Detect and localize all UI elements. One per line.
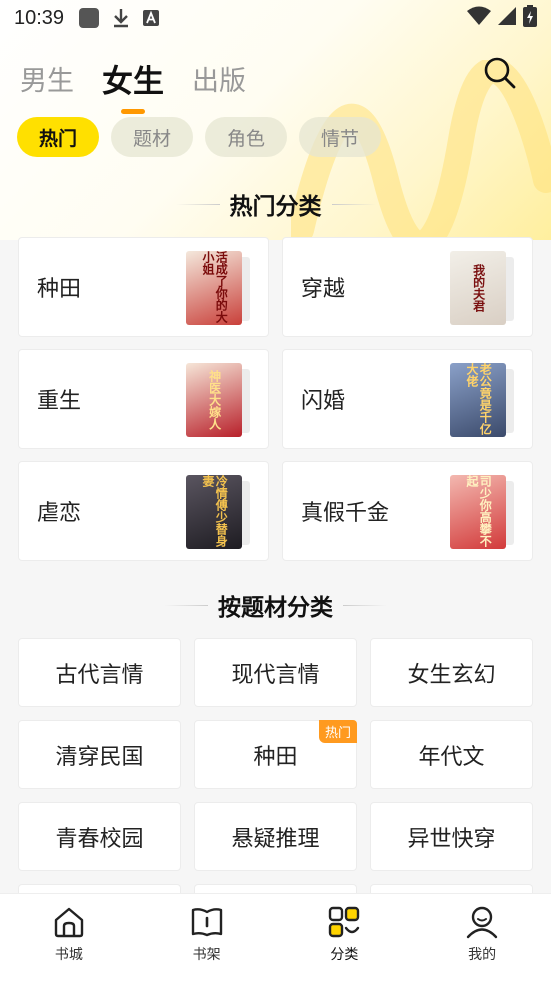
genre-grid: 古代言情 现代言情 女生玄幻 清穿民国 种田 热门 年代文 青春校园 悬疑推理 … <box>18 638 533 898</box>
genre-item[interactable]: 女生玄幻 <box>370 638 533 707</box>
hot-card-label: 虐恋 <box>37 501 82 526</box>
hot-card[interactable]: 穿越 我的夫君 <box>282 237 533 337</box>
genre-item[interactable]: 古代言情 <box>18 638 181 707</box>
chip-hot[interactable]: 热门 <box>17 117 100 157</box>
home-icon <box>54 907 84 938</box>
download-icon <box>112 8 130 28</box>
signal-icon <box>497 6 517 31</box>
book-cover: 神医大嫁人 <box>186 363 250 437</box>
book-cover: 司少你高攀不起 <box>450 475 514 549</box>
nav-label: 书架 <box>192 947 221 963</box>
filter-chips: 热门 题材 角色 情节 <box>17 117 382 157</box>
nav-profile[interactable]: 我的 <box>413 894 551 981</box>
hot-card-label: 闪婚 <box>301 389 346 414</box>
cover-title: 老公竟是千亿大佬 <box>465 363 493 435</box>
hot-card-label: 真假千金 <box>301 501 390 526</box>
nav-bookshelf[interactable]: 书架 <box>138 894 276 981</box>
hot-card[interactable]: 真假千金 司少你高攀不起 <box>282 461 533 561</box>
cover-title: 冷情傅少替身妻 <box>201 475 229 547</box>
cover-title: 神医大嫁人 <box>207 370 222 430</box>
profile-icon <box>466 906 498 939</box>
translate-icon <box>142 9 160 27</box>
nav-bookstore[interactable]: 书城 <box>0 894 138 981</box>
title-divider-right <box>343 604 387 606</box>
hot-card[interactable]: 虐恋 冷情傅少替身妻 <box>18 461 269 561</box>
tab-publish[interactable]: 出版 <box>192 62 246 102</box>
status-time: 10:39 <box>14 6 65 29</box>
top-tabs: 男生 女生 出版 <box>20 52 246 102</box>
cover-title: 司少你高攀不起 <box>465 475 493 547</box>
hot-card-label: 重生 <box>37 389 82 414</box>
chip-theme[interactable]: 题材 <box>111 117 194 157</box>
genre-item[interactable]: 清穿民国 <box>18 720 181 789</box>
cover-title: 活成了你的大小姐 <box>201 251 229 323</box>
hot-card[interactable]: 种田 活成了你的大小姐 <box>18 237 269 337</box>
nav-label: 书城 <box>54 947 83 963</box>
hot-section-title: 热门分类 <box>0 186 551 222</box>
hot-category-grid: 种田 活成了你的大小姐 穿越 我的夫君 重生 神医大嫁人 闪婚 老公竟是千亿大佬… <box>18 237 533 561</box>
genre-item[interactable]: 悬疑推理 <box>194 802 357 871</box>
book-cover: 活成了你的大小姐 <box>186 251 250 325</box>
hot-card-label: 穿越 <box>301 277 346 302</box>
hot-section-heading: 热门分类 <box>229 194 322 220</box>
genre-section-heading: 按题材分类 <box>218 595 333 621</box>
genre-item-label: 种田 <box>253 744 298 770</box>
title-divider-left <box>164 604 208 606</box>
nav-label: 分类 <box>330 947 359 963</box>
hot-card-label: 种田 <box>37 277 82 302</box>
book-cover: 老公竟是千亿大佬 <box>450 363 514 437</box>
hot-card[interactable]: 闪婚 老公竟是千亿大佬 <box>282 349 533 449</box>
app-notification-icon <box>78 7 100 29</box>
genre-item-with-badge[interactable]: 种田 热门 <box>194 720 357 789</box>
chip-plot[interactable]: 情节 <box>299 117 382 157</box>
tab-male[interactable]: 男生 <box>20 62 74 102</box>
tab-female[interactable]: 女生 <box>102 62 164 102</box>
cover-title: 我的夫君 <box>471 264 486 312</box>
battery-icon <box>523 4 537 32</box>
wifi-icon <box>467 6 491 31</box>
chip-role[interactable]: 角色 <box>205 117 288 157</box>
nav-category[interactable]: 分类 <box>276 894 414 981</box>
title-divider-right <box>331 203 376 205</box>
hot-badge: 热门 <box>318 720 357 743</box>
nav-label: 我的 <box>468 947 497 963</box>
genre-item[interactable]: 现代言情 <box>194 638 357 707</box>
genre-item[interactable]: 青春校园 <box>18 802 181 871</box>
genre-item[interactable]: 异世快穿 <box>370 802 533 871</box>
genre-item[interactable]: 年代文 <box>370 720 533 789</box>
status-bar: 10:39 <box>0 0 551 36</box>
search-icon[interactable] <box>483 56 517 90</box>
genre-section-title: 按题材分类 <box>0 587 551 623</box>
book-cover: 我的夫君 <box>450 251 514 325</box>
bottom-nav: 书城 书架 分类 我的 <box>0 893 551 981</box>
bookshelf-icon <box>191 908 222 937</box>
title-divider-left <box>175 203 220 205</box>
book-cover: 冷情傅少替身妻 <box>186 475 250 549</box>
category-icon <box>329 906 360 938</box>
hot-card[interactable]: 重生 神医大嫁人 <box>18 349 269 449</box>
